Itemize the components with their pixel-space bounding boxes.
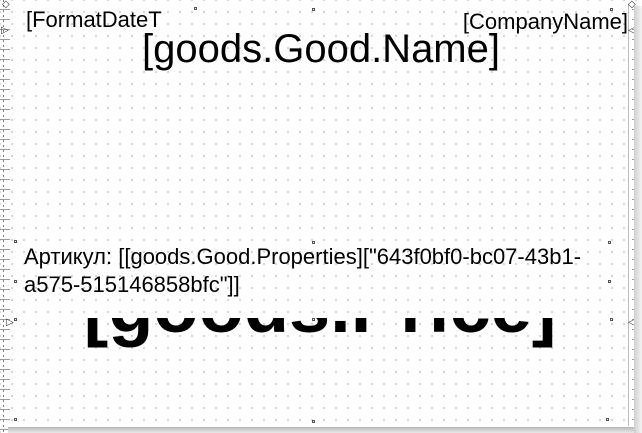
- price-text-object[interactable]: [goods.Price]: [14, 318, 626, 426]
- good-name-text-object[interactable]: [goods.Good.Name]: [0, 27, 642, 72]
- selection-handle[interactable]: [312, 241, 315, 244]
- report-design-canvas[interactable]: [FormatDateT [CompanyName] [goods.Good.N…: [0, 0, 642, 433]
- selection-handle[interactable]: [312, 8, 315, 11]
- selection-handle[interactable]: [194, 7, 197, 10]
- price-text: [goods.Price]: [14, 318, 626, 348]
- band-marker-icon[interactable]: ▷: [1, 26, 9, 36]
- article-text-object[interactable]: Артикул: [[goods.Good.Properties]["643f0…: [24, 243, 594, 299]
- selection-handle[interactable]: [608, 280, 611, 283]
- selection-handle[interactable]: [606, 418, 609, 421]
- selection-handle[interactable]: [312, 420, 315, 423]
- band-marker-icon[interactable]: ▷: [6, 318, 14, 328]
- corner-marker-icon: ◇: [2, 0, 10, 10]
- selection-handle[interactable]: [608, 241, 611, 244]
- page-shadow: [634, 6, 642, 433]
- selection-handle[interactable]: [14, 418, 17, 421]
- page-shadow: [8, 427, 634, 433]
- selection-handle[interactable]: [610, 8, 613, 11]
- selection-handle[interactable]: [14, 280, 17, 283]
- selection-handle[interactable]: [14, 240, 17, 243]
- selection-handle[interactable]: [312, 318, 315, 321]
- selection-handle[interactable]: [14, 318, 17, 321]
- selection-handle[interactable]: [610, 318, 613, 321]
